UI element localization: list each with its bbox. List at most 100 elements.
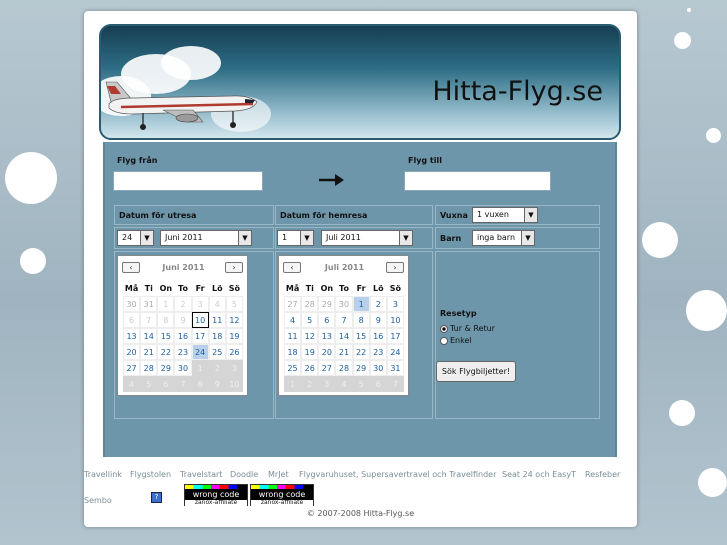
calendar-day[interactable]: 3 bbox=[386, 296, 404, 312]
calendar-day[interactable]: 10 bbox=[386, 312, 404, 328]
footer-link[interactable]: Travellink bbox=[84, 470, 122, 479]
site-header: Hitta-Flyg.se bbox=[99, 24, 621, 140]
next-month-icon[interactable]: › bbox=[225, 262, 243, 273]
calendar-day[interactable]: 25 bbox=[208, 344, 226, 360]
calendar-day[interactable]: 22 bbox=[157, 344, 175, 360]
footer-link[interactable]: Flygvaruhuset, Supersavertravel och Trav… bbox=[299, 470, 496, 479]
trip-oneway-radio[interactable]: Enkel bbox=[440, 336, 472, 345]
footer-link[interactable]: Resfeber bbox=[585, 470, 620, 479]
calendar-day[interactable]: 25 bbox=[284, 360, 302, 376]
calendar-day[interactable]: 30 bbox=[369, 360, 387, 376]
depart-month-select[interactable]: Juni 2011 ▼ bbox=[160, 230, 252, 246]
decor-bubble bbox=[642, 222, 678, 258]
calendar-day[interactable]: 24 bbox=[386, 344, 404, 360]
trip-round-radio[interactable]: Tur & Retur bbox=[440, 324, 495, 333]
weekday-header: Må bbox=[285, 284, 300, 293]
calendar-day[interactable]: 5 bbox=[301, 312, 319, 328]
calendar-day[interactable]: 20 bbox=[318, 344, 336, 360]
calendar-day[interactable]: 21 bbox=[140, 344, 158, 360]
next-month-icon[interactable]: › bbox=[386, 262, 404, 273]
right-arrow-icon bbox=[319, 174, 344, 186]
calendar-day[interactable]: 2 bbox=[369, 296, 387, 312]
footer-link[interactable]: Travelstart bbox=[180, 470, 222, 479]
calendar-day[interactable]: 31 bbox=[386, 360, 404, 376]
calendar-day[interactable]: 23 bbox=[369, 344, 387, 360]
depart-day-value: 24 bbox=[122, 233, 133, 242]
calendar-day[interactable]: 12 bbox=[301, 328, 319, 344]
calendar-day: 2 bbox=[208, 360, 226, 376]
calendar-day[interactable]: 29 bbox=[352, 360, 370, 376]
affiliate-badge[interactable]: wrong code zanox-affiliate bbox=[184, 484, 248, 506]
calendar-day[interactable]: 19 bbox=[301, 344, 319, 360]
calendar-day[interactable]: 26 bbox=[301, 360, 319, 376]
calendar-day[interactable]: 8 bbox=[352, 312, 370, 328]
prev-month-icon[interactable]: ‹ bbox=[283, 262, 301, 273]
calendar-day[interactable]: 6 bbox=[318, 312, 336, 328]
calendar-day[interactable]: 4 bbox=[284, 312, 302, 328]
calendar-day: 30 bbox=[123, 296, 141, 312]
calendar-day[interactable]: 14 bbox=[335, 328, 353, 344]
calendar-day[interactable]: 13 bbox=[123, 328, 141, 344]
affiliate-badge[interactable]: wrong code zanox-affiliate bbox=[250, 484, 314, 506]
calendar-day[interactable]: 11 bbox=[284, 328, 302, 344]
calendar-day[interactable]: 18 bbox=[208, 328, 226, 344]
options-cell bbox=[435, 251, 600, 419]
calendar-day[interactable]: 1 bbox=[352, 296, 370, 312]
calendar-day[interactable]: 17 bbox=[386, 328, 404, 344]
calendar-day[interactable]: 7 bbox=[335, 312, 353, 328]
calendar-day[interactable]: 13 bbox=[318, 328, 336, 344]
calendar-day[interactable]: 26 bbox=[225, 344, 243, 360]
calendar-day: 5 bbox=[352, 376, 370, 392]
weekday-header: Sö bbox=[389, 284, 402, 293]
calendar-day[interactable]: 19 bbox=[225, 328, 243, 344]
calendar-day[interactable]: 22 bbox=[352, 344, 370, 360]
copyright: © 2007-2008 Hitta-Flyg.se bbox=[306, 509, 415, 518]
from-input[interactable] bbox=[113, 171, 263, 191]
depart-day-select[interactable]: 24 ▼ bbox=[117, 230, 154, 246]
return-day-select[interactable]: 1 ▼ bbox=[277, 230, 314, 246]
calendar-day: 6 bbox=[123, 312, 141, 328]
calendar-day[interactable]: 21 bbox=[335, 344, 353, 360]
to-input[interactable] bbox=[404, 171, 551, 191]
calendar-day[interactable]: 30 bbox=[174, 360, 192, 376]
footer-link[interactable]: Seat 24 och EasyT bbox=[502, 470, 576, 479]
calendar-day[interactable]: 29 bbox=[157, 360, 175, 376]
footer-link[interactable]: MrJet bbox=[268, 470, 289, 479]
help-icon[interactable]: ? bbox=[151, 492, 162, 503]
calendar-day[interactable]: 12 bbox=[225, 312, 243, 328]
calendar-day: 4 bbox=[335, 376, 353, 392]
footer-link[interactable]: Flygstolen bbox=[130, 470, 171, 479]
footer-link[interactable]: Sembo bbox=[84, 496, 112, 505]
search-button[interactable]: Sök Flygbiljetter! bbox=[436, 361, 516, 382]
return-label-cell: Datum för hemresa bbox=[275, 205, 433, 225]
weekday-header: On bbox=[320, 284, 334, 293]
calendar-day[interactable]: 14 bbox=[140, 328, 158, 344]
calendar-day: 6 bbox=[369, 376, 387, 392]
calendar-day[interactable]: 15 bbox=[352, 328, 370, 344]
calendar-day[interactable]: 16 bbox=[174, 328, 192, 344]
prev-month-icon[interactable]: ‹ bbox=[122, 262, 140, 273]
calendar-day[interactable]: 20 bbox=[123, 344, 141, 360]
calendar-day[interactable]: 11 bbox=[208, 312, 226, 328]
weekday-header: Lö bbox=[372, 284, 384, 293]
calendar-day[interactable]: 16 bbox=[369, 328, 387, 344]
badge-sub: zanox-affiliate bbox=[185, 500, 247, 506]
calendar-day[interactable]: 15 bbox=[157, 328, 175, 344]
calendar-day[interactable]: 9 bbox=[369, 312, 387, 328]
calendar-day: 31 bbox=[140, 296, 158, 312]
return-day-value: 1 bbox=[282, 233, 288, 242]
adults-select[interactable]: 1 vuxen ▼ bbox=[472, 207, 538, 223]
calendar-day[interactable]: 17 bbox=[191, 328, 209, 344]
children-select[interactable]: inga barn ▼ bbox=[472, 230, 535, 246]
calendar-day[interactable]: 27 bbox=[123, 360, 141, 376]
calendar-day[interactable]: 23 bbox=[174, 344, 192, 360]
from-label: Flyg från bbox=[117, 156, 158, 165]
calendar-day[interactable]: 24 bbox=[191, 344, 209, 360]
return-month-select[interactable]: Juli 2011 ▼ bbox=[321, 230, 413, 246]
calendar-day[interactable]: 28 bbox=[140, 360, 158, 376]
calendar-day[interactable]: 10 bbox=[191, 312, 209, 328]
calendar-day[interactable]: 27 bbox=[318, 360, 336, 376]
footer-link[interactable]: Doodle bbox=[230, 470, 258, 479]
calendar-day[interactable]: 28 bbox=[335, 360, 353, 376]
calendar-day[interactable]: 18 bbox=[284, 344, 302, 360]
